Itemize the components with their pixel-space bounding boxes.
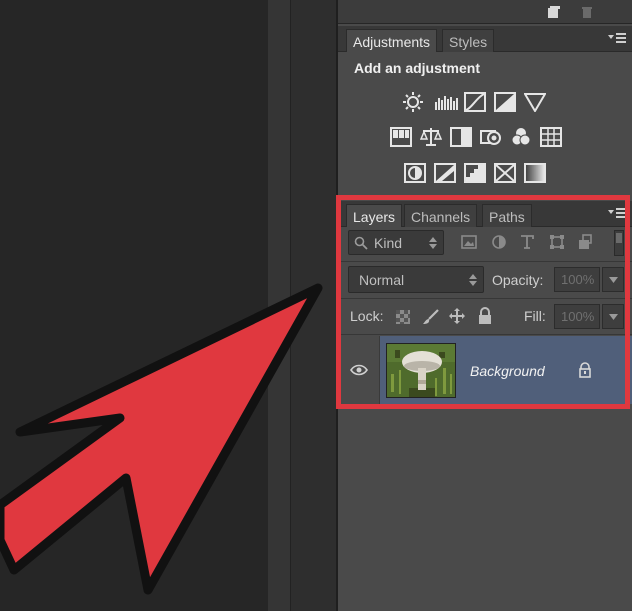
adjustments-heading: Add an adjustment	[354, 60, 481, 76]
tab-channels[interactable]: Channels	[404, 204, 478, 227]
layer-filter-select[interactable]: Kind	[348, 230, 444, 255]
blend-mode-value: Normal	[359, 272, 405, 288]
pixel-filter-icon[interactable]	[460, 233, 478, 251]
opacity-input[interactable]: 100%	[554, 267, 600, 292]
lock-position-icon[interactable]	[448, 307, 466, 325]
blend-mode-select[interactable]: Normal	[348, 266, 484, 293]
channel-mixer-icon[interactable]	[510, 127, 532, 147]
layer-thumbnail[interactable]	[386, 343, 456, 398]
lock-all-icon[interactable]	[478, 307, 492, 325]
vibrance-icon[interactable]	[524, 92, 546, 112]
panel-top-toolbar	[338, 0, 632, 24]
black-white-icon[interactable]	[450, 127, 472, 147]
fill-dropdown[interactable]	[602, 304, 624, 329]
filter-kind-label: Kind	[374, 235, 403, 251]
layers-panel-menu-icon[interactable]	[608, 207, 626, 219]
tab-adjustments[interactable]: Adjustments	[346, 29, 438, 52]
chevron-down-icon	[609, 314, 618, 320]
invert-icon[interactable]	[404, 163, 426, 183]
opacity-label: Opacity:	[492, 272, 544, 288]
eye-icon	[350, 364, 368, 376]
smart-object-filter-icon[interactable]	[576, 233, 594, 251]
new-layer-icon[interactable]	[546, 5, 560, 19]
levels-icon[interactable]	[434, 92, 460, 112]
exposure-icon[interactable]	[494, 92, 516, 112]
updown-icon	[469, 274, 477, 286]
type-filter-icon[interactable]	[518, 233, 536, 251]
panel-menu-icon[interactable]	[608, 32, 626, 44]
divider	[338, 261, 632, 262]
layer-name[interactable]: Background	[470, 363, 545, 379]
adjustment-filter-icon[interactable]	[490, 233, 508, 251]
adjustments-tabbar: Adjustments Styles	[338, 26, 632, 52]
filter-toggle-switch[interactable]	[614, 230, 624, 256]
search-icon	[354, 236, 368, 250]
tab-paths[interactable]: Paths	[482, 204, 532, 227]
lock-transparent-pixels-icon[interactable]	[396, 310, 410, 324]
gradient-map-icon[interactable]	[524, 163, 546, 183]
divider	[338, 298, 632, 299]
tab-layers[interactable]: Layers	[346, 204, 403, 227]
selective-color-icon[interactable]	[494, 163, 516, 183]
right-panel-dock: Adjustments Styles Add an adjustment Lay…	[336, 0, 632, 611]
panel-gutter	[268, 0, 290, 611]
shape-filter-icon[interactable]	[548, 233, 566, 251]
posterize-icon[interactable]	[434, 163, 456, 183]
brightness-contrast-icon[interactable]	[402, 92, 424, 112]
curves-icon[interactable]	[464, 92, 486, 112]
document-canvas[interactable]	[0, 0, 268, 611]
collapsed-dock	[290, 0, 336, 611]
mushroom-photo-thumbnail	[387, 344, 455, 397]
layer-visibility-toggle[interactable]	[338, 336, 380, 404]
trash-icon[interactable]	[580, 5, 594, 19]
color-balance-icon[interactable]	[420, 127, 442, 147]
hue-saturation-icon[interactable]	[390, 127, 412, 147]
opacity-dropdown[interactable]	[602, 267, 624, 292]
lock-image-pixels-icon[interactable]	[422, 308, 440, 326]
tab-styles[interactable]: Styles	[442, 29, 495, 52]
threshold-icon[interactable]	[464, 163, 486, 183]
lock-label: Lock:	[350, 308, 384, 324]
updown-icon	[429, 237, 437, 249]
color-lookup-icon[interactable]	[540, 127, 562, 147]
layers-tabbar: Layers Channels Paths	[338, 201, 632, 227]
fill-input[interactable]: 100%	[554, 304, 600, 329]
divider	[338, 334, 632, 335]
chevron-down-icon	[609, 277, 618, 283]
photo-filter-icon[interactable]	[480, 127, 502, 147]
fill-label: Fill:	[524, 308, 546, 324]
layer-lock-icon[interactable]	[578, 362, 592, 378]
